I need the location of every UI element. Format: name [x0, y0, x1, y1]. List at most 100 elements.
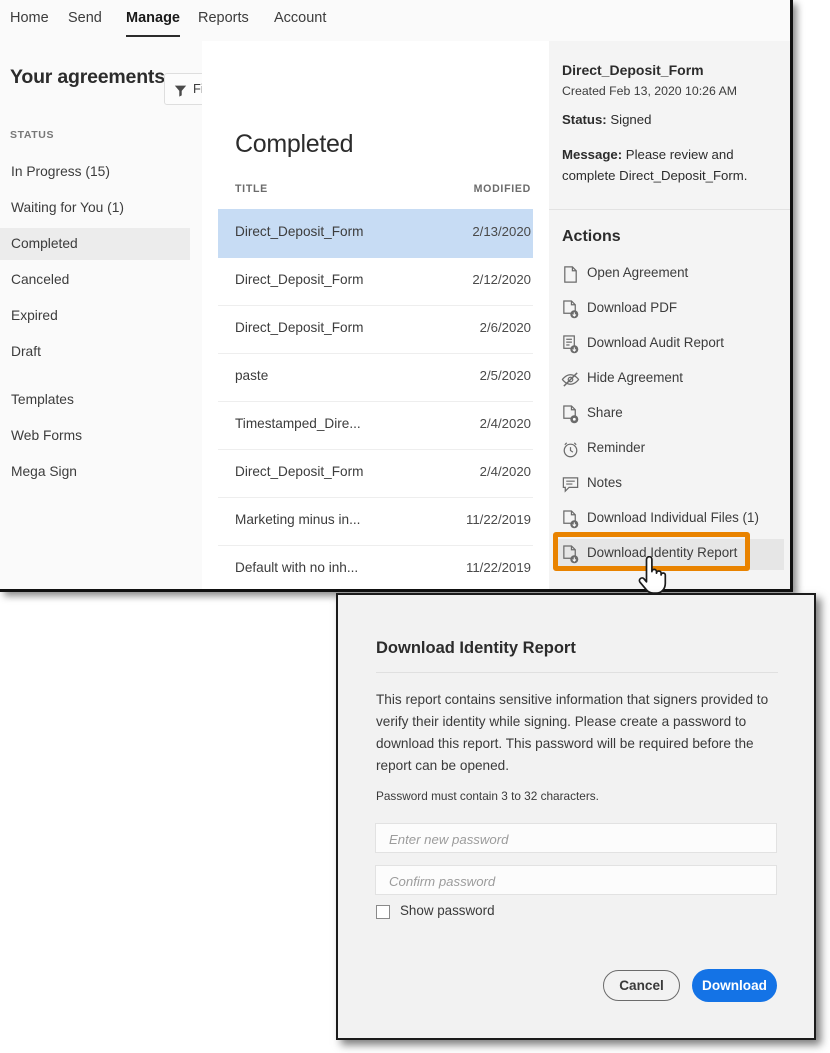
- agreement-name: Direct_Deposit_Form: [562, 62, 704, 78]
- row-title: Direct_Deposit_Form: [235, 320, 364, 335]
- action-label: Reminder: [587, 440, 646, 455]
- download-files-icon: [561, 510, 580, 529]
- agreement-created-date: Created Feb 13, 2020 10:26 AM: [562, 84, 738, 98]
- agreements-list-panel: Completed TITLE MODIFIED Direct_Deposit_…: [202, 41, 550, 589]
- action-download-audit-report[interactable]: Download Audit Report: [555, 329, 784, 360]
- action-download-pdf[interactable]: Download PDF: [555, 294, 784, 325]
- sidebar-item-expired[interactable]: Expired: [0, 300, 190, 332]
- sidebar-item-label: Waiting for You (1): [11, 200, 124, 215]
- column-header-modified: MODIFIED: [473, 183, 531, 195]
- table-row[interactable]: Default with no inh... 11/22/2019: [218, 545, 533, 589]
- sidebar-item-in-progress[interactable]: In Progress (15): [0, 156, 190, 188]
- action-label: Open Agreement: [587, 265, 689, 280]
- table-row[interactable]: Marketing minus in... 11/22/2019: [218, 497, 533, 546]
- status-badge: Status: Signed: [562, 112, 651, 127]
- action-label: Download Individual Files (1): [587, 510, 759, 525]
- action-reminder[interactable]: Reminder: [555, 434, 784, 465]
- download-pdf-icon: [561, 300, 580, 319]
- action-download-individual-files[interactable]: Download Individual Files (1): [555, 504, 784, 535]
- sidebar-item-draft[interactable]: Draft: [0, 336, 190, 368]
- row-title: Direct_Deposit_Form: [235, 272, 364, 287]
- dialog-title: Download Identity Report: [376, 639, 576, 657]
- row-modified: 2/12/2020: [472, 272, 531, 287]
- message-label: Message:: [562, 147, 623, 162]
- table-row[interactable]: Direct_Deposit_Form 2/12/2020: [218, 257, 533, 306]
- sidebar-item-canceled[interactable]: Canceled: [0, 264, 190, 296]
- table-row[interactable]: Direct_Deposit_Form 2/13/2020: [218, 209, 533, 258]
- show-password-checkbox[interactable]: [376, 905, 390, 919]
- status-label: Status:: [562, 112, 607, 127]
- row-modified: 11/22/2019: [465, 512, 531, 527]
- sidebar-item-mega-sign[interactable]: Mega Sign: [0, 456, 190, 488]
- row-modified: 2/4/2020: [479, 416, 531, 431]
- nav-item-label: Account: [274, 10, 327, 26]
- sidebar-item-templates[interactable]: Templates: [0, 384, 190, 416]
- sidebar-item-label: In Progress (15): [11, 164, 110, 179]
- sidebar-item-label: Draft: [11, 344, 41, 359]
- row-modified: 11/22/2019: [465, 560, 531, 575]
- table-row[interactable]: Direct_Deposit_Form 2/6/2020: [218, 305, 533, 354]
- row-modified: 2/4/2020: [479, 464, 531, 479]
- manage-agreements-window: Home Send Manage Reports Account Your ag…: [0, 0, 793, 592]
- row-modified: 2/6/2020: [479, 320, 531, 335]
- new-password-input[interactable]: [387, 824, 771, 854]
- sidebar-item-waiting-for-you[interactable]: Waiting for You (1): [0, 192, 190, 224]
- download-audit-icon: [561, 335, 580, 354]
- list-heading: Completed: [235, 130, 354, 158]
- table-row[interactable]: Timestamped_Dire... 2/4/2020: [218, 401, 533, 450]
- row-title: Marketing minus in...: [235, 512, 361, 527]
- table-row[interactable]: paste 2/5/2020: [218, 353, 533, 402]
- row-title: Timestamped_Dire...: [235, 416, 361, 431]
- sidebar-item-completed[interactable]: Completed: [0, 228, 190, 260]
- action-label: Download Identity Report: [587, 545, 738, 560]
- action-open-agreement[interactable]: Open Agreement: [555, 259, 784, 290]
- row-title: Direct_Deposit_Form: [235, 464, 364, 479]
- action-label: Notes: [587, 475, 622, 490]
- confirm-password-field[interactable]: [375, 865, 777, 896]
- agreement-message: Message: Please review and complete Dire…: [562, 144, 784, 186]
- status-sidebar: Your agreements STATUS In Progress (15) …: [0, 41, 203, 589]
- table-row[interactable]: Direct_Deposit_Form 2/4/2020: [218, 449, 533, 498]
- actions-title: Actions: [562, 228, 621, 245]
- row-modified: 2/5/2020: [479, 368, 531, 383]
- show-password-label: Show password: [400, 903, 495, 918]
- nav-item-reports[interactable]: Reports: [198, 10, 249, 35]
- top-navigation-bar: Home Send Manage Reports Account: [0, 0, 790, 42]
- status-value: Signed: [610, 112, 652, 127]
- cancel-button[interactable]: Cancel: [603, 970, 680, 1001]
- row-title: Default with no inh...: [235, 560, 359, 575]
- action-download-identity-report[interactable]: Download Identity Report: [555, 539, 784, 570]
- nav-item-account[interactable]: Account: [274, 10, 326, 35]
- sidebar-item-web-forms[interactable]: Web Forms: [0, 420, 190, 452]
- sidebar-item-label: Canceled: [11, 272, 70, 287]
- new-password-field[interactable]: [375, 823, 777, 854]
- row-modified: 2/13/2020: [472, 224, 531, 239]
- nav-item-send[interactable]: Send: [68, 10, 102, 35]
- download-button[interactable]: Download: [692, 969, 777, 1002]
- password-requirement-hint: Password must contain 3 to 32 characters…: [376, 789, 599, 803]
- sidebar-item-label: Expired: [11, 308, 58, 323]
- action-label: Share: [587, 405, 623, 420]
- filter-funnel-icon: [174, 84, 187, 102]
- eye-slash-icon: [561, 370, 580, 389]
- confirm-password-input[interactable]: [387, 866, 771, 896]
- detail-divider: [549, 209, 790, 210]
- document-icon: [561, 265, 580, 284]
- nav-item-label: Reports: [198, 10, 249, 26]
- action-hide-agreement[interactable]: Hide Agreement: [555, 364, 784, 395]
- comment-icon: [561, 475, 580, 494]
- dialog-body-text: This report contains sensitive informati…: [376, 692, 769, 773]
- action-label: Download Audit Report: [587, 335, 724, 350]
- download-identity-icon: [561, 545, 580, 564]
- agreement-detail-panel: Direct_Deposit_Form Created Feb 13, 2020…: [549, 41, 790, 589]
- nav-item-label: Home: [10, 10, 49, 26]
- share-document-icon: [561, 405, 580, 424]
- sidebar-item-label: Web Forms: [11, 428, 83, 443]
- nav-item-home[interactable]: Home: [10, 10, 49, 35]
- dialog-divider: [376, 672, 778, 673]
- action-share[interactable]: Share: [555, 399, 784, 430]
- alarm-clock-icon: [561, 440, 580, 459]
- nav-item-label: Send: [68, 10, 102, 26]
- nav-item-manage[interactable]: Manage: [126, 10, 180, 37]
- action-notes[interactable]: Notes: [555, 469, 784, 500]
